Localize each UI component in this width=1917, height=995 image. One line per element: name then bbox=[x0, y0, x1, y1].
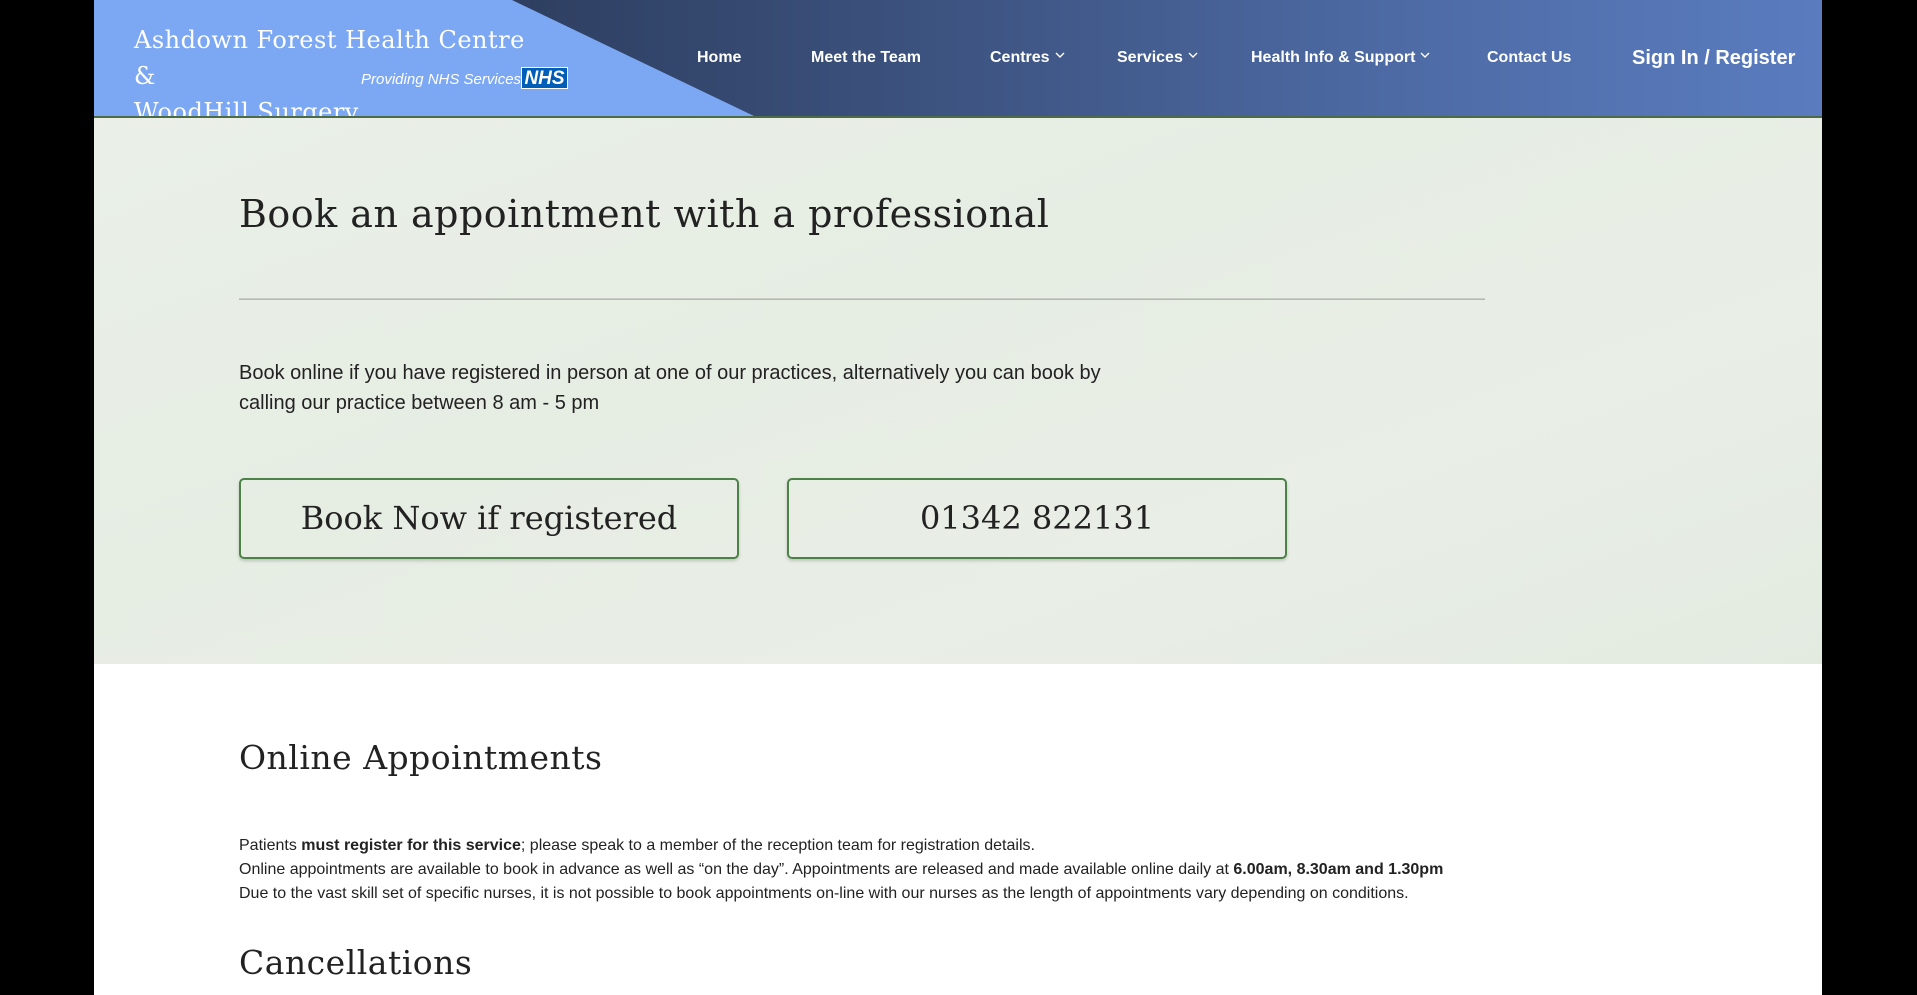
nav-meet-the-team[interactable]: Meet the Team bbox=[811, 49, 921, 67]
online-appointments-heading: Online Appointments bbox=[239, 738, 603, 777]
booking-intro-text: Book online if you have registered in pe… bbox=[239, 358, 1199, 418]
site-header: Ashdown Forest Health Centre & WoodHill … bbox=[94, 0, 1822, 118]
paragraph-line: Patients must register for this service;… bbox=[239, 834, 1659, 858]
brand-tagline: Providing NHS Services bbox=[361, 71, 522, 88]
brand-panel[interactable]: Ashdown Forest Health Centre & WoodHill … bbox=[94, 0, 754, 116]
book-now-button[interactable]: Book Now if registered bbox=[239, 478, 739, 559]
nav-centres[interactable]: Centres bbox=[990, 49, 1065, 67]
nav-home[interactable]: Home bbox=[697, 49, 741, 67]
chevron-down-icon bbox=[1055, 52, 1065, 58]
paragraph-line: Online appointments are available to boo… bbox=[239, 858, 1659, 882]
text-segment: ; please speak to a member of the recept… bbox=[520, 837, 1035, 854]
intro-line-2: calling our practice between 8 am - 5 pm bbox=[239, 392, 600, 414]
bold-text: 6.00am, 8.30am and 1.30pm bbox=[1233, 861, 1444, 878]
bold-text: must register for this service bbox=[301, 837, 521, 854]
nav-services[interactable]: Services bbox=[1117, 49, 1198, 67]
text-segment: Patients bbox=[239, 837, 302, 854]
chevron-down-icon bbox=[1188, 52, 1198, 58]
website-page: Ashdown Forest Health Centre & WoodHill … bbox=[94, 0, 1822, 995]
nav-services-label: Services bbox=[1117, 49, 1183, 66]
chevron-down-icon bbox=[1420, 52, 1430, 58]
phone-number-button[interactable]: 01342 822131 bbox=[787, 478, 1287, 559]
nav-centres-label: Centres bbox=[990, 49, 1050, 66]
nav-health-info-support[interactable]: Health Info & Support bbox=[1251, 49, 1430, 67]
divider bbox=[239, 298, 1485, 300]
booking-hero: Book an appointment with a professional … bbox=[94, 118, 1822, 664]
online-appointments-text: Patients must register for this service;… bbox=[239, 834, 1659, 906]
nhs-logo: NHS bbox=[521, 67, 568, 89]
paragraph-line: Due to the vast skill set of specific nu… bbox=[239, 885, 1409, 902]
text-segment: Online appointments are available to boo… bbox=[239, 861, 1234, 878]
sign-in-register-link[interactable]: Sign In / Register bbox=[1632, 47, 1795, 70]
nav-health-info-label: Health Info & Support bbox=[1251, 49, 1416, 66]
cancellations-heading: Cancellations bbox=[239, 943, 473, 982]
intro-line-1: Book online if you have registered in pe… bbox=[239, 362, 1101, 384]
page-title: Book an appointment with a professional bbox=[239, 192, 1050, 236]
nav-contact-us[interactable]: Contact Us bbox=[1487, 49, 1571, 67]
